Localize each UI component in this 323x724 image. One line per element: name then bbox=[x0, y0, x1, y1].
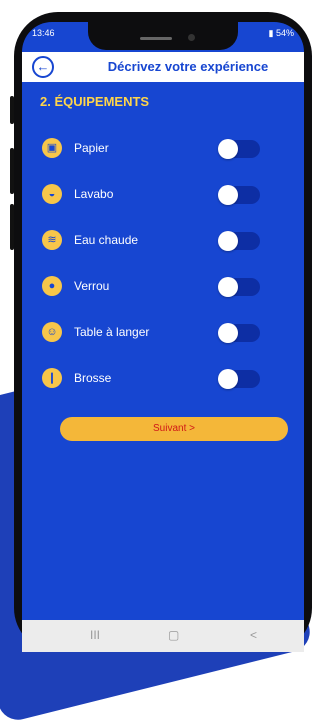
home-button[interactable]: ▢ bbox=[168, 628, 179, 642]
toggle-verrou[interactable] bbox=[218, 277, 260, 297]
toggle-knob bbox=[218, 369, 238, 389]
toilet-paper-icon: ▣ bbox=[42, 138, 62, 158]
toggle-table-a-langer[interactable] bbox=[218, 323, 260, 343]
section-title: 2. ÉQUIPEMENTS bbox=[40, 94, 150, 109]
equipment-row-papier: ▣ Papier bbox=[22, 138, 304, 184]
sink-icon: ◒ bbox=[42, 184, 62, 204]
toggle-knob bbox=[218, 323, 238, 343]
toggle-papier[interactable] bbox=[218, 139, 260, 159]
lock-icon: ● bbox=[42, 276, 62, 296]
toggle-eau-chaude[interactable] bbox=[218, 231, 260, 251]
page-title: Décrivez votre expérience bbox=[107, 59, 269, 74]
brush-icon: ❙ bbox=[42, 368, 62, 388]
equipment-label: Papier bbox=[74, 141, 109, 155]
equipment-label: Eau chaude bbox=[74, 233, 139, 247]
camera-icon bbox=[188, 34, 195, 41]
app-bar: ← Décrivez votre expérience bbox=[22, 52, 304, 82]
equipment-row-brosse: ❙ Brosse bbox=[22, 368, 304, 414]
recent-apps-button[interactable]: III bbox=[90, 628, 100, 642]
hot-water-icon: ≋ bbox=[42, 230, 62, 250]
nav-back-button[interactable]: < bbox=[250, 628, 257, 642]
equipment-label: Brosse bbox=[74, 371, 112, 385]
equipment-label: Lavabo bbox=[74, 187, 114, 201]
toggle-knob bbox=[218, 231, 238, 251]
battery-level: 54% bbox=[275, 28, 294, 38]
changing-table-icon: ☺ bbox=[42, 322, 62, 342]
battery-indicator: ▮ 54% bbox=[268, 28, 294, 38]
equipment-row-lavabo: ◒ Lavabo bbox=[22, 184, 304, 230]
equipment-row-verrou: ● Verrou bbox=[22, 276, 304, 322]
app-screen: 13:46 ▮ 54% ← Décrivez votre expérience … bbox=[22, 22, 304, 652]
status-time: 13:46 bbox=[32, 28, 55, 38]
toggle-knob bbox=[218, 185, 238, 205]
android-nav-bar: III ▢ < bbox=[22, 620, 304, 652]
toggle-brosse[interactable] bbox=[218, 369, 260, 389]
equipment-row-table-a-langer: ☺ Table à langer bbox=[22, 322, 304, 368]
next-button[interactable]: Suivant > bbox=[60, 417, 288, 441]
toggle-lavabo[interactable] bbox=[218, 185, 260, 205]
toggle-knob bbox=[218, 139, 238, 159]
toggle-knob bbox=[218, 277, 238, 297]
equipment-label: Verrou bbox=[74, 279, 110, 293]
equipment-list: ▣ Papier ◒ Lavabo ≋ Eau chaude ● Verrou … bbox=[22, 138, 304, 414]
equipment-row-eau-chaude: ≋ Eau chaude bbox=[22, 230, 304, 276]
speaker-icon bbox=[140, 37, 172, 40]
equipment-label: Table à langer bbox=[74, 325, 150, 339]
camera-notch bbox=[88, 22, 238, 50]
